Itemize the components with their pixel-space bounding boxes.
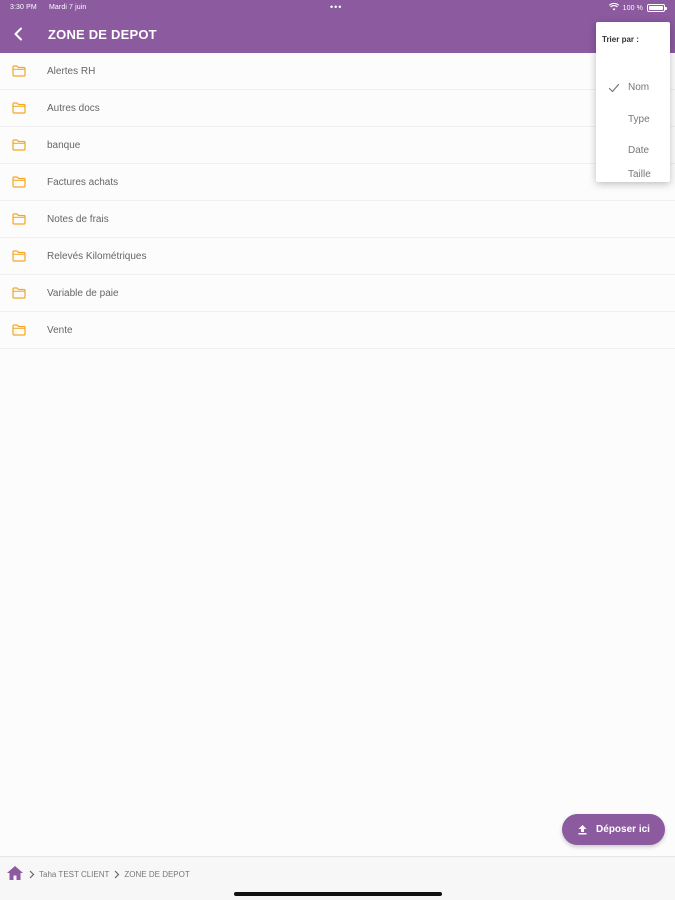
folder-row[interactable]: Variable de paie [0, 275, 675, 312]
folder-row[interactable]: Alertes RH [0, 53, 675, 90]
folder-row[interactable]: Notes de frais [0, 201, 675, 238]
folder-row[interactable]: Factures achats [0, 164, 675, 201]
folder-icon [12, 139, 26, 151]
status-bar: 3:30 PM Mardi 7 juin ••• 100 % [0, 0, 675, 16]
status-date: Mardi 7 juin [49, 4, 87, 11]
folder-name: Factures achats [47, 176, 119, 188]
folder-name: Vente [47, 324, 73, 336]
sort-option-size[interactable]: Taille [596, 169, 670, 182]
folder-icon [12, 65, 26, 77]
breadcrumb-item[interactable]: ZONE DE DEPOT [124, 870, 189, 879]
breadcrumb-item[interactable]: Taha TEST CLIENT [39, 870, 109, 879]
status-time: 3:30 PM [10, 4, 37, 11]
folder-icon [12, 287, 26, 299]
upload-here-button[interactable]: Déposer ici [562, 814, 665, 845]
folder-row[interactable]: banque [0, 127, 675, 164]
folder-icon [12, 102, 26, 114]
sort-option-label: Date [628, 145, 650, 156]
folder-icon [12, 213, 26, 225]
multitask-dots[interactable]: ••• [330, 2, 342, 12]
folder-name: Notes de frais [47, 213, 109, 225]
status-right: 100 % [608, 2, 667, 13]
sort-option-label: Nom [628, 82, 650, 93]
upload-icon [578, 825, 587, 835]
folder-icon [12, 250, 26, 262]
page-title: ZONE DE DEPOT [48, 27, 157, 42]
sort-option-date[interactable]: Date [596, 137, 670, 165]
folder-name: Autres docs [47, 102, 100, 114]
sort-option-name[interactable]: Nom [596, 74, 670, 102]
breadcrumb: Taha TEST CLIENT ZONE DE DEPOT [6, 865, 190, 883]
folder-icon [12, 324, 26, 336]
chevron-right-icon [113, 870, 120, 879]
back-button[interactable] [6, 22, 30, 46]
wifi-icon [608, 2, 619, 13]
battery-icon [647, 4, 667, 12]
home-indicator[interactable] [234, 892, 442, 896]
app-topbar: 3:30 PM Mardi 7 juin ••• 100 % ZONE DE D… [0, 0, 675, 53]
folder-list: Alertes RH Autres docs banque Factures a… [0, 53, 675, 349]
home-icon[interactable] [6, 865, 24, 883]
chevron-right-icon [28, 870, 35, 879]
sort-option-label: Type [628, 114, 650, 125]
upload-here-label: Déposer ici [596, 824, 650, 835]
folder-name: Alertes RH [47, 65, 96, 77]
folder-row[interactable]: Vente [0, 312, 675, 349]
check-icon [608, 83, 620, 93]
folder-name: Variable de paie [47, 287, 119, 299]
folder-row[interactable]: Autres docs [0, 90, 675, 127]
sort-option-type[interactable]: Type [596, 106, 670, 134]
battery-text: 100 % [622, 4, 643, 12]
sort-menu-title: Trier par : [602, 35, 639, 44]
sort-option-label: Taille [628, 169, 651, 180]
folder-name: banque [47, 139, 81, 151]
sort-menu: Trier par : Nom Type Date Taille [596, 22, 670, 182]
folder-icon [12, 176, 26, 188]
folder-row[interactable]: Relevés Kilométriques [0, 238, 675, 275]
chevron-left-icon [14, 27, 22, 41]
folder-name: Relevés Kilométriques [47, 250, 147, 262]
app-header: ZONE DE DEPOT [0, 16, 675, 53]
